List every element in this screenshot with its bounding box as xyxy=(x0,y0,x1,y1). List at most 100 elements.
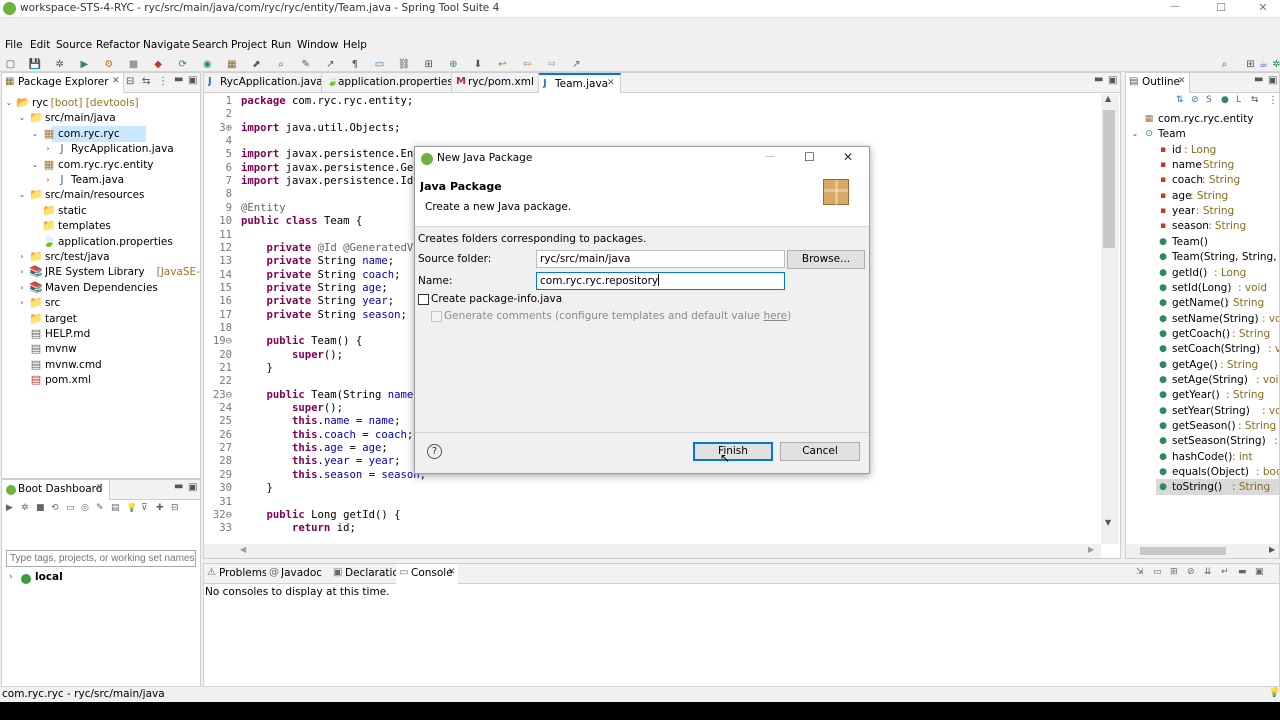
restart-icon[interactable]: ⟲ xyxy=(51,503,59,513)
menu-navigate[interactable]: Navigate xyxy=(143,39,190,51)
run-icon[interactable]: ▶ xyxy=(78,58,91,71)
create-package-info-label[interactable]: Create package-info.java xyxy=(431,293,562,305)
menu-search[interactable]: Search xyxy=(192,39,228,51)
close-icon[interactable]: ✕ xyxy=(607,78,615,88)
tree-item[interactable]: 🍃 application.properties xyxy=(2,234,200,250)
outline-item[interactable]: ● setName(String) : void xyxy=(1126,311,1279,327)
show-whitespace-icon[interactable]: ¶ xyxy=(348,58,361,71)
outline-item[interactable]: ▪ name : String xyxy=(1126,157,1279,173)
scroll-lock-icon[interactable]: ⇊ xyxy=(1204,567,1212,577)
source-folder-input[interactable]: ryc/src/main/java xyxy=(536,250,785,268)
minimize-view-icon[interactable]: ▬ xyxy=(1238,567,1247,577)
boot-dashboard-filter-input[interactable] xyxy=(6,550,196,567)
external-tools-icon[interactable]: ◆ xyxy=(152,58,165,71)
outline-item[interactable]: ▪ year : String xyxy=(1126,203,1279,219)
stop-icon[interactable]: ■ xyxy=(36,503,45,513)
outline-item[interactable]: ● setSeason(String) : void xyxy=(1126,433,1279,449)
minimize-view-icon[interactable]: ▬ xyxy=(174,74,183,85)
maximize-view-icon[interactable]: ▣ xyxy=(1255,567,1264,577)
maximize-view-icon[interactable]: ▣ xyxy=(188,482,197,493)
minimize-button[interactable]: — xyxy=(1160,1,1190,12)
java-perspective-icon[interactable]: ☕ xyxy=(1257,58,1270,71)
search-icon[interactable]: ⌕ xyxy=(275,58,288,71)
expand-toggle-open-icon[interactable]: ⌄ xyxy=(17,187,27,203)
minimize-view-icon[interactable]: ▬ xyxy=(174,481,183,492)
sort-icon[interactable]: ⇅ xyxy=(1176,95,1184,105)
outline-item[interactable]: ● getYear() : String xyxy=(1126,387,1279,403)
breadcrumb-icon[interactable]: ⊞ xyxy=(422,58,435,71)
clear-console-icon[interactable]: ⊘ xyxy=(1187,567,1195,577)
console-icon[interactable]: ▭ xyxy=(66,503,75,513)
outline-tab[interactable]: ▤ Outline ✕ xyxy=(1126,73,1190,93)
outline-horizontal-scrollbar[interactable]: ▶ xyxy=(1126,544,1279,558)
edit-icon[interactable]: ✎ xyxy=(96,503,104,513)
expand-toggle-closed-icon[interactable]: › xyxy=(17,280,27,296)
open-console-icon[interactable]: ⊞ xyxy=(1170,567,1178,577)
editor-tab-3[interactable]: J Team.java ✕ xyxy=(539,73,621,93)
open-type-icon[interactable]: ▦ xyxy=(225,58,238,71)
save-icon[interactable]: 💾 xyxy=(29,58,42,71)
expand-toggle-closed-icon[interactable]: › xyxy=(17,249,27,265)
expand-toggle-open-icon[interactable]: ⌄ xyxy=(30,126,40,142)
prev-annotation-icon[interactable]: ⬇ xyxy=(471,58,484,71)
bottom-tab-console[interactable]: ▭ Console ✕ xyxy=(396,564,458,584)
editor-tab-0[interactable]: J RycApplication.java xyxy=(204,73,322,93)
new-class-icon[interactable]: ◉ xyxy=(201,58,214,71)
outline-item[interactable]: ● Team(String, String, String xyxy=(1126,249,1279,265)
dialog-maximize-button[interactable]: ☐ xyxy=(804,150,818,164)
tree-item[interactable]: ⌄ ▦ com.ryc.ryc xyxy=(2,125,200,142)
pin-console-icon[interactable]: ⇲ xyxy=(1136,567,1144,577)
maximize-view-icon[interactable]: ▣ xyxy=(1108,75,1117,86)
close-button[interactable]: ✕ xyxy=(1248,1,1278,14)
outline-item[interactable]: ● setYear(String) : void xyxy=(1126,403,1279,419)
tree-item[interactable]: 📁 target xyxy=(2,311,200,327)
collapse-all-icon[interactable]: ⊟ xyxy=(126,76,134,87)
scroll-right-arrow-icon[interactable]: ▶ xyxy=(1269,545,1275,554)
scroll-down-arrow-icon[interactable]: ▼ xyxy=(1105,518,1111,527)
dialog-minimize-button[interactable]: — xyxy=(765,151,779,162)
tree-item[interactable]: 📁 static xyxy=(2,203,200,219)
open-browser-icon[interactable]: ◎ xyxy=(81,503,89,513)
help-button[interactable]: ? xyxy=(427,444,442,459)
expand-toggle-closed-icon[interactable]: › xyxy=(43,141,53,157)
menu-project[interactable]: Project xyxy=(231,39,267,51)
scroll-up-arrow-icon[interactable]: ▲ xyxy=(1105,94,1111,103)
tree-item[interactable]: ⌄ 📁 src/main/java xyxy=(2,110,200,126)
debug-icon[interactable]: ✲ xyxy=(21,503,29,513)
new-icon[interactable]: ▢ xyxy=(4,58,17,71)
outline-item[interactable]: ● setCoach(String) : void xyxy=(1126,341,1279,357)
outline-item[interactable]: ● getId() : Long xyxy=(1126,265,1279,281)
expand-toggle-open-icon[interactable]: ⌄ xyxy=(30,157,40,173)
scroll-left-arrow-icon[interactable]: ◀ xyxy=(240,545,246,554)
outline-item[interactable]: ● setAge(String) : void xyxy=(1126,372,1279,388)
vertical-scrollbar[interactable]: ▲ ▼ xyxy=(1101,94,1119,544)
scroll-right-arrow-icon[interactable]: ▶ xyxy=(1088,545,1094,554)
horizontal-scrollbar[interactable]: ◀ ▶ xyxy=(204,544,1101,558)
forward-icon[interactable]: ⇨ xyxy=(545,58,558,71)
expand-toggle-closed-icon[interactable]: › xyxy=(17,264,27,280)
outline-item[interactable]: ● equals(Object) : boolean xyxy=(1126,464,1279,480)
cancel-button[interactable]: Cancel xyxy=(780,442,860,461)
boot-run-icon[interactable]: ⟳ xyxy=(176,58,189,71)
menu-help[interactable]: Help xyxy=(343,39,367,51)
menu-refactor[interactable]: Refactor xyxy=(96,39,140,51)
editor-tab-2[interactable]: Mryc/pom.xml xyxy=(452,73,539,93)
word-wrap-icon[interactable]: ↵ xyxy=(1221,567,1229,577)
pin-editor-icon[interactable]: ↗ xyxy=(570,58,583,71)
local-target-label[interactable]: local xyxy=(35,571,63,583)
menu-edit[interactable]: Edit xyxy=(30,39,50,51)
scrollbar-thumb[interactable] xyxy=(1103,110,1115,248)
minimize-view-icon[interactable]: ▬ xyxy=(1254,74,1263,85)
outline-item[interactable]: ● toString() : String xyxy=(1126,479,1279,496)
outline-item[interactable]: ● hashCode() : int xyxy=(1126,449,1279,465)
spring-perspective-icon[interactable]: ✲ xyxy=(1270,58,1280,71)
tree-item[interactable]: ›📚JRE System Library [JavaSE-11] xyxy=(2,264,200,280)
minimize-view-icon[interactable]: ▬ xyxy=(1094,74,1103,85)
hide-static-icon[interactable]: S xyxy=(1206,95,1212,105)
tree-item[interactable]: › 📚 Maven Dependencies xyxy=(2,280,200,296)
tree-item[interactable]: ⌄ ▦ com.ryc.ryc.entity xyxy=(2,157,200,173)
close-icon[interactable]: ✕ xyxy=(112,76,120,86)
outline-item[interactable]: ▪ id : Long xyxy=(1126,142,1279,158)
expand-toggle-open-icon[interactable]: ⌄ xyxy=(4,95,14,111)
lightbulb-icon[interactable]: 💡 xyxy=(1268,687,1280,698)
